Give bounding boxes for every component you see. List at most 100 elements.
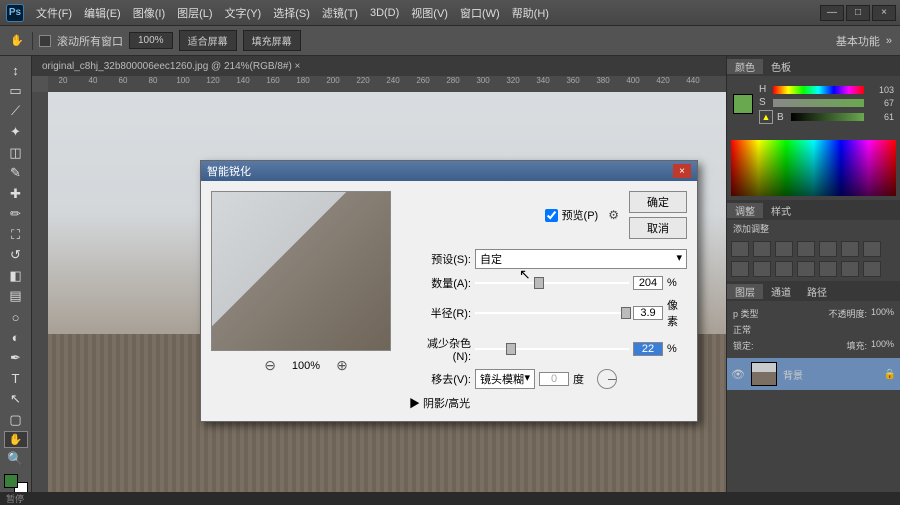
- adj-icon[interactable]: [731, 261, 749, 277]
- maximize-button[interactable]: □: [846, 5, 870, 21]
- menu-file[interactable]: 文件(F): [30, 5, 78, 21]
- settings-gear-icon[interactable]: ⚙: [608, 208, 619, 222]
- cancel-button[interactable]: 取消: [629, 217, 687, 239]
- menu-edit[interactable]: 编辑(E): [78, 5, 127, 21]
- angle-dial[interactable]: [597, 369, 617, 389]
- adj-icon[interactable]: [819, 241, 837, 257]
- crop-tool[interactable]: ◫: [4, 143, 28, 162]
- adj-icon[interactable]: [797, 241, 815, 257]
- dialog-close-button[interactable]: ×: [673, 164, 691, 178]
- fit-screen-button[interactable]: 适合屏幕: [179, 30, 237, 51]
- dodge-tool[interactable]: ◐: [4, 328, 28, 347]
- noise-slider[interactable]: [475, 342, 629, 356]
- history-brush-tool[interactable]: ↺: [4, 246, 28, 265]
- workspace-name[interactable]: 基本功能: [836, 33, 880, 49]
- lasso-tool[interactable]: ⟋: [4, 102, 28, 121]
- sat-slider[interactable]: [773, 99, 864, 107]
- eyedropper-tool[interactable]: ✎: [4, 164, 28, 183]
- ok-button[interactable]: 确定: [629, 191, 687, 213]
- adj-icon[interactable]: [753, 261, 771, 277]
- gamut-warning-icon[interactable]: ▲: [759, 110, 773, 124]
- adjustment-icons: [727, 237, 900, 281]
- document-tab[interactable]: original_c8hj_32b800006eec1260.jpg @ 214…: [32, 56, 726, 76]
- scroll-all-checkbox[interactable]: [39, 35, 51, 47]
- hand-tool[interactable]: ✋: [4, 431, 28, 448]
- stamp-tool[interactable]: ⛶: [4, 226, 28, 245]
- pen-tool[interactable]: ✒: [4, 349, 28, 368]
- zoom-out-icon[interactable]: ⊖: [264, 357, 276, 374]
- minimize-button[interactable]: —: [820, 5, 844, 21]
- type-tool[interactable]: T: [4, 369, 28, 388]
- adj-icon[interactable]: [753, 241, 771, 257]
- foreground-swatch[interactable]: [733, 94, 753, 114]
- angle-input[interactable]: 0: [539, 372, 569, 386]
- marquee-tool[interactable]: ▭: [4, 82, 28, 101]
- move-tool[interactable]: ↕: [4, 61, 28, 80]
- hue-slider[interactable]: [773, 86, 864, 94]
- wand-tool[interactable]: ✦: [4, 123, 28, 142]
- zoom-in-icon[interactable]: ⊕: [336, 357, 348, 374]
- menu-layer[interactable]: 图层(L): [171, 5, 218, 21]
- adj-icon[interactable]: [863, 261, 881, 277]
- menu-type[interactable]: 文字(Y): [219, 5, 268, 21]
- color-spectrum[interactable]: [731, 140, 896, 196]
- noise-input[interactable]: 22: [633, 342, 663, 356]
- adj-icon[interactable]: [775, 241, 793, 257]
- preset-select[interactable]: 自定▾: [475, 249, 687, 269]
- menu-help[interactable]: 帮助(H): [506, 5, 555, 21]
- tab-channels[interactable]: 通道: [763, 284, 799, 299]
- gradient-tool[interactable]: ▤: [4, 287, 28, 306]
- shape-tool[interactable]: ▢: [4, 411, 28, 430]
- zoom-level[interactable]: 100%: [129, 32, 173, 49]
- adj-icon[interactable]: [841, 261, 859, 277]
- menu-image[interactable]: 图像(I): [127, 5, 171, 21]
- adj-icon[interactable]: [841, 241, 859, 257]
- path-tool[interactable]: ↖: [4, 390, 28, 409]
- brush-tool[interactable]: ✏: [4, 205, 28, 224]
- tab-swatches[interactable]: 色板: [763, 59, 799, 74]
- preview-checkbox[interactable]: [545, 209, 558, 222]
- hand-tool-icon: ✋: [8, 32, 26, 50]
- status-bar: 暂停: [0, 492, 900, 505]
- ruler-horizontal: 2040608010012014016018020022024026028030…: [48, 76, 726, 92]
- visibility-icon[interactable]: 👁: [731, 368, 745, 381]
- zoom-tool[interactable]: 🔍: [4, 450, 28, 469]
- tab-color[interactable]: 颜色: [727, 59, 763, 74]
- heal-tool[interactable]: ✚: [4, 184, 28, 203]
- amount-slider[interactable]: [475, 276, 629, 290]
- sharpen-preview[interactable]: [211, 191, 391, 351]
- tab-layers[interactable]: 图层: [727, 284, 763, 299]
- radius-slider[interactable]: [475, 306, 629, 320]
- lock-icon: 🔒: [884, 369, 896, 380]
- tab-paths[interactable]: 路径: [799, 284, 835, 299]
- menu-select[interactable]: 选择(S): [267, 5, 316, 21]
- fill-screen-button[interactable]: 填充屏幕: [243, 30, 301, 51]
- amount-input[interactable]: 204: [633, 276, 663, 290]
- add-adjust-label: 添加调整: [727, 220, 900, 237]
- adj-icon[interactable]: [863, 241, 881, 257]
- close-button[interactable]: ×: [872, 5, 896, 21]
- adj-icon[interactable]: [731, 241, 749, 257]
- adj-icon[interactable]: [797, 261, 815, 277]
- dialog-titlebar[interactable]: 智能锐化 ×: [201, 161, 697, 181]
- menubar: Ps 文件(F) 编辑(E) 图像(I) 图层(L) 文字(Y) 选择(S) 滤…: [0, 0, 900, 26]
- menu-window[interactable]: 窗口(W): [454, 5, 506, 21]
- menu-view[interactable]: 视图(V): [405, 5, 454, 21]
- adj-icon[interactable]: [819, 261, 837, 277]
- workspace-menu-icon[interactable]: »: [886, 35, 892, 47]
- radius-input[interactable]: 3.9: [633, 306, 663, 320]
- adj-icon[interactable]: [775, 261, 793, 277]
- blur-tool[interactable]: ○: [4, 308, 28, 327]
- layer-background[interactable]: 👁 背景 🔒: [727, 358, 900, 390]
- smart-sharpen-dialog: 智能锐化 × ⊖ 100% ⊕ 预览(P) ⚙ 确定 取消 预设(S):: [200, 160, 698, 422]
- tab-styles[interactable]: 样式: [763, 203, 799, 218]
- eraser-tool[interactable]: ◧: [4, 267, 28, 286]
- bri-slider[interactable]: [791, 113, 864, 121]
- remove-select[interactable]: 镜头模糊▾: [475, 369, 535, 389]
- menu-filter[interactable]: 滤镜(T): [316, 5, 364, 21]
- blend-mode[interactable]: 正常: [733, 323, 751, 336]
- menu-3d[interactable]: 3D(D): [364, 7, 405, 19]
- shadow-highlight-expander[interactable]: ▶ 阴影/高光: [409, 395, 687, 411]
- toolbar: ↕ ▭ ⟋ ✦ ◫ ✎ ✚ ✏ ⛶ ↺ ◧ ▤ ○ ◐ ✒ T ↖ ▢ ✋ 🔍: [0, 56, 32, 496]
- tab-adjust[interactable]: 调整: [727, 203, 763, 218]
